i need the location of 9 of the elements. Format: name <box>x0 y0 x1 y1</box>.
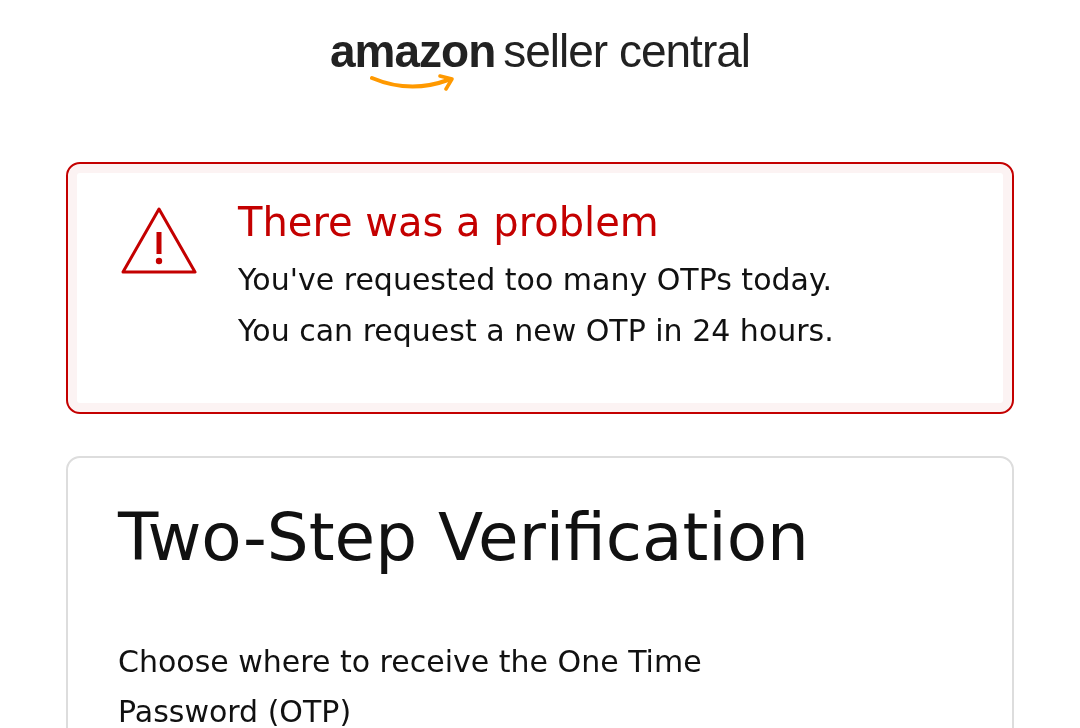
smile-arrow-icon <box>369 74 456 92</box>
logo-product-text: seller central <box>503 28 750 74</box>
alert-message: You've requested too many OTPs today. <box>238 261 833 299</box>
logo-brand-text: amazon <box>329 28 496 74</box>
instruction-text: Choose where to receive the One Time Password (OTP) <box>118 643 703 728</box>
alert-message: You can request a new OTP in 24 hours. <box>238 312 834 350</box>
warning-icon <box>120 206 198 276</box>
page-heading: Two-Step Verification <box>118 498 810 578</box>
alert-title: There was a problem <box>238 198 660 246</box>
